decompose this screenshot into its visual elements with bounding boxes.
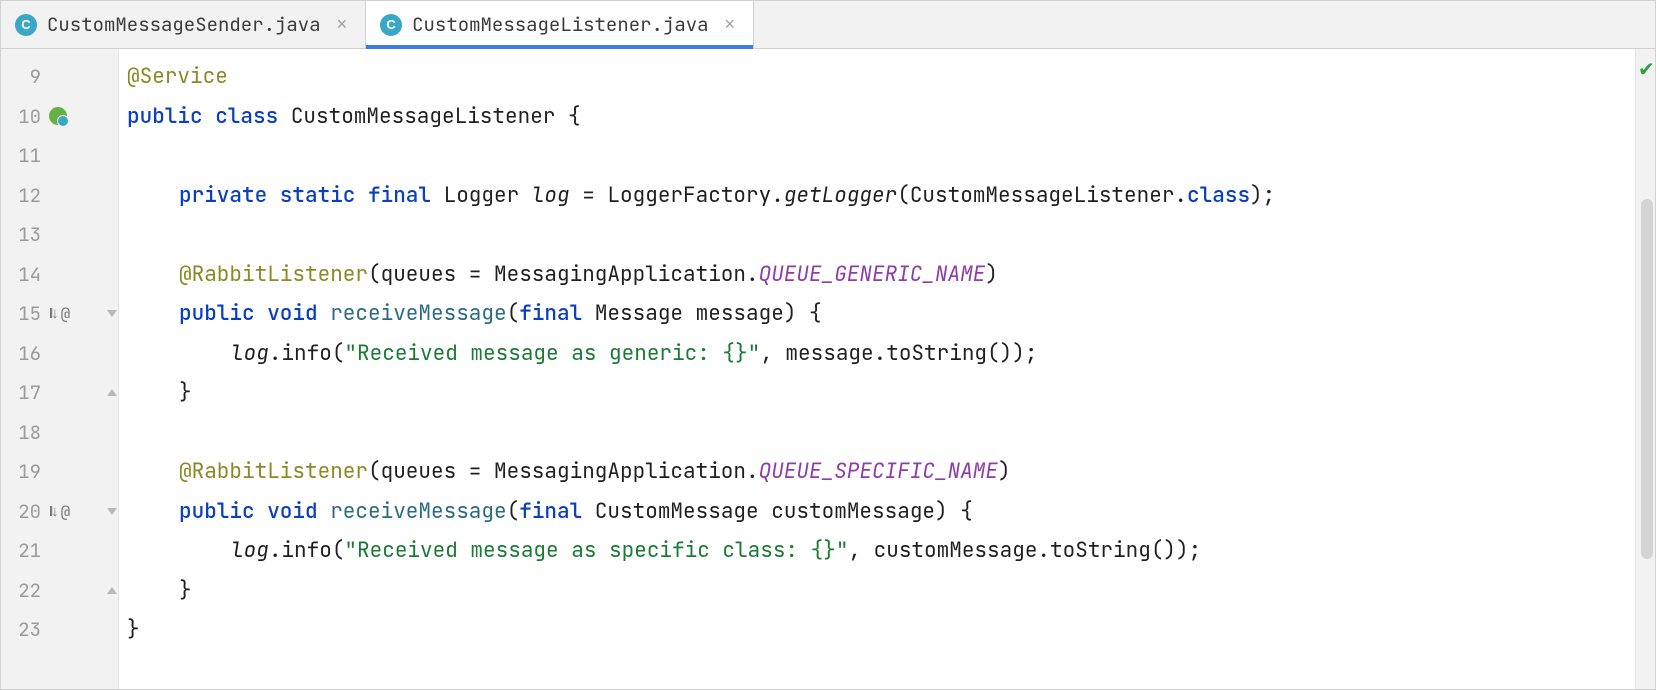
line-number: 15	[1, 301, 41, 326]
code-line: @Service	[127, 57, 1635, 97]
scrollbar-thumb[interactable]	[1641, 199, 1653, 559]
analysis-ok-icon[interactable]: ✔	[1638, 57, 1655, 82]
tab-custom-message-listener[interactable]: C CustomMessageListener.java ×	[366, 1, 754, 48]
right-rail: ✔	[1635, 49, 1655, 689]
line-number: 22	[1, 578, 41, 603]
class-file-icon: C	[15, 14, 37, 36]
line-number: 11	[1, 143, 41, 168]
annotation-icon[interactable]: @	[61, 303, 71, 324]
tabs-bar: C CustomMessageSender.java × C CustomMes…	[1, 1, 1655, 49]
fold-icon[interactable]	[107, 310, 117, 317]
code-line: private static final Logger log = Logger…	[127, 176, 1635, 216]
line-number: 19	[1, 459, 41, 484]
line-number: 16	[1, 341, 41, 366]
line-number: 18	[1, 420, 41, 445]
code-line	[127, 413, 1635, 453]
line-number: 21	[1, 538, 41, 563]
code-area[interactable]: @Service public class CustomMessageListe…	[119, 49, 1635, 689]
code-line: log.info("Received message as generic: {…	[127, 334, 1635, 374]
annotation-icon[interactable]: @	[61, 501, 71, 522]
tab-custom-message-sender[interactable]: C CustomMessageSender.java ×	[1, 1, 366, 48]
code-line: public void receiveMessage(final CustomM…	[127, 492, 1635, 532]
line-number: 12	[1, 183, 41, 208]
class-file-icon: C	[380, 14, 402, 36]
line-number: 20	[1, 499, 41, 524]
code-line: log.info("Received message as specific c…	[127, 531, 1635, 571]
editor-body: 9 10 11 12 13 14 15 I↓@ 16 17 18 19 20	[1, 49, 1655, 689]
editor-container: C CustomMessageSender.java × C CustomMes…	[0, 0, 1656, 690]
fold-end-icon[interactable]	[107, 389, 117, 396]
close-icon[interactable]: ×	[331, 14, 348, 35]
fold-end-icon[interactable]	[107, 587, 117, 594]
code-line: @RabbitListener(queues = MessagingApplic…	[127, 255, 1635, 295]
line-number: 17	[1, 380, 41, 405]
close-icon[interactable]: ×	[719, 14, 736, 35]
line-number: 23	[1, 617, 41, 642]
tab-label: CustomMessageSender.java	[47, 12, 321, 37]
override-icon[interactable]: I↓	[49, 503, 57, 520]
line-number: 13	[1, 222, 41, 247]
code-line: public class CustomMessageListener {	[127, 97, 1635, 137]
spring-bean-icon[interactable]	[49, 107, 67, 125]
line-number: 14	[1, 262, 41, 287]
override-icon[interactable]: I↓	[49, 305, 57, 322]
code-line: }	[127, 610, 1635, 650]
code-line: @RabbitListener(queues = MessagingApplic…	[127, 452, 1635, 492]
code-line	[127, 136, 1635, 176]
code-line: }	[127, 373, 1635, 413]
gutter: 9 10 11 12 13 14 15 I↓@ 16 17 18 19 20	[1, 49, 119, 689]
code-line: public void receiveMessage(final Message…	[127, 294, 1635, 334]
line-number: 10	[1, 104, 41, 129]
code-line: }	[127, 571, 1635, 611]
fold-icon[interactable]	[107, 508, 117, 515]
tab-label: CustomMessageListener.java	[412, 12, 708, 37]
line-number: 9	[1, 64, 41, 89]
code-line	[127, 215, 1635, 255]
